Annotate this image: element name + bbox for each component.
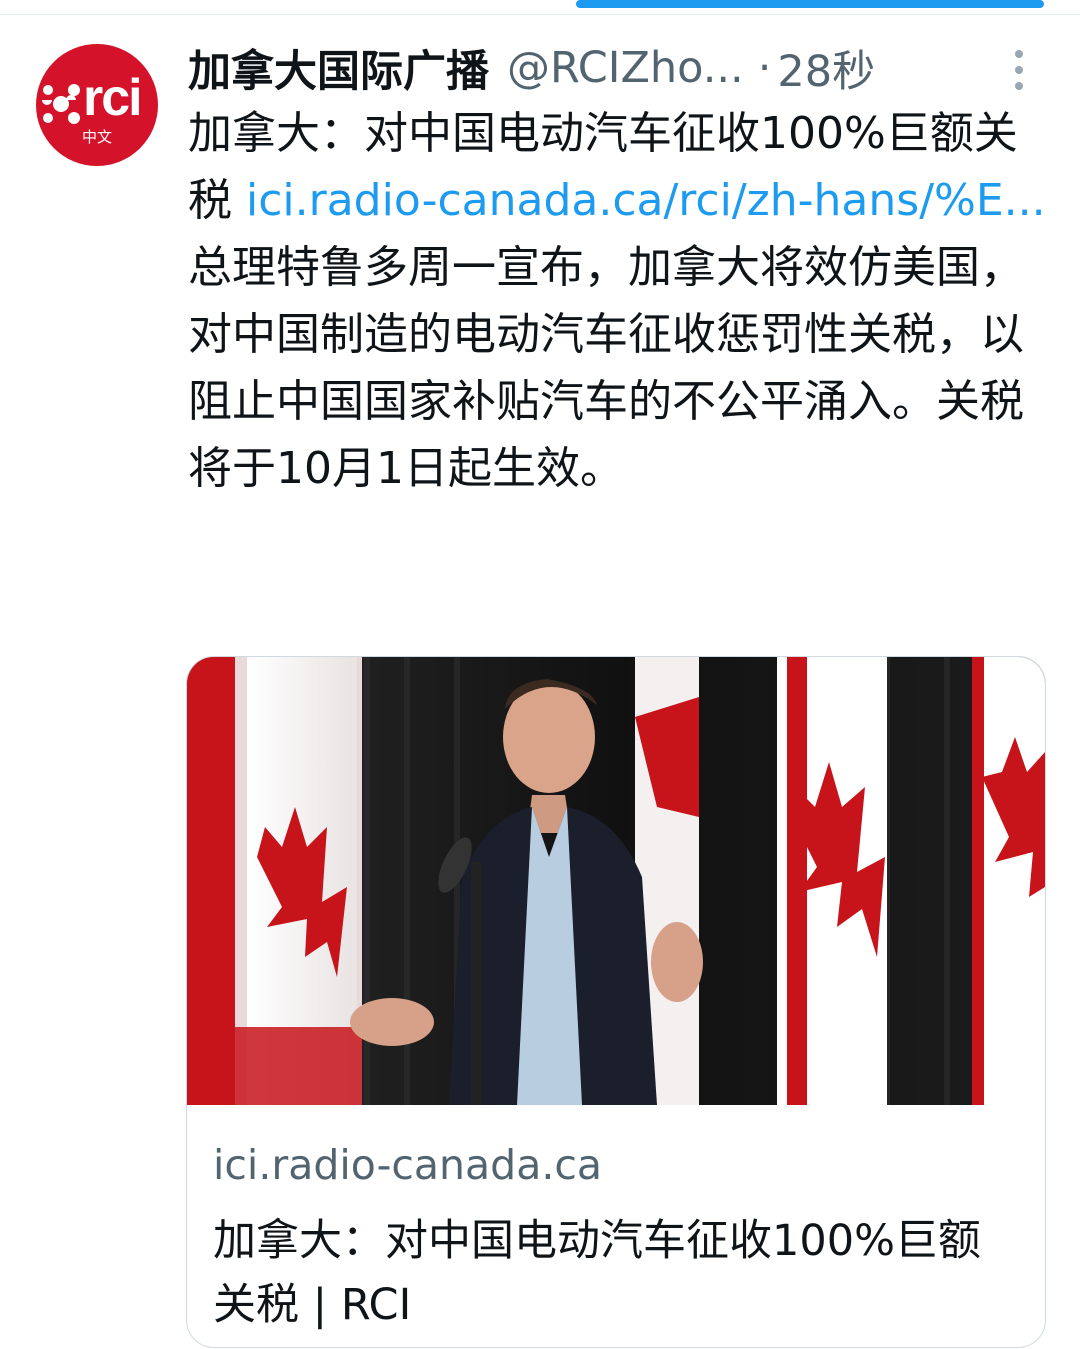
scroll-progress-bar xyxy=(576,0,1044,8)
author-name[interactable]: 加拿大国际广播 xyxy=(188,37,489,99)
more-vertical-icon[interactable] xyxy=(1008,50,1030,90)
header-separator: · xyxy=(757,43,772,93)
post-time[interactable]: 28秒 xyxy=(777,37,875,99)
avatar-logo-text: rci xyxy=(83,69,143,127)
tweet-page: rci 中文 加拿大国际广播 @RCIZho... · 28秒 加拿大：对中国电… xyxy=(0,0,1080,1349)
tweet-body: 加拿大：对中国电动汽车征收100%巨额关税 ici.radio-canada.c… xyxy=(188,100,1048,502)
avatar-subtitle: 中文 xyxy=(81,128,112,146)
card-title: 加拿大：对中国电动汽车征收100%巨额关税 | RCI xyxy=(213,1216,981,1330)
tweet-headline-block: 加拿大：对中国电动汽车征收100%巨额关税 ici.radio-canada.c… xyxy=(188,100,1048,234)
tweet-text: 总理特鲁多周一宣布，加拿大将效仿美国，对中国制造的电动汽车征收惩罚性关税，以阻止… xyxy=(188,242,1024,494)
card-image xyxy=(187,657,1045,1105)
tweet-header: 加拿大国际广播 @RCIZho... · 28秒 xyxy=(188,38,1048,98)
author-avatar[interactable]: rci 中文 xyxy=(36,44,158,166)
author-handle[interactable]: @RCIZho... xyxy=(507,43,744,93)
link-preview-card[interactable]: ici.radio-canada.ca 加拿大：对中国电动汽车征收100%巨额关… xyxy=(186,656,1046,1348)
top-divider xyxy=(0,14,1080,15)
card-domain: ici.radio-canada.ca xyxy=(213,1141,603,1189)
tweet-link[interactable]: ici.radio-canada.ca/rci/zh-hans/%E... xyxy=(246,175,1046,226)
